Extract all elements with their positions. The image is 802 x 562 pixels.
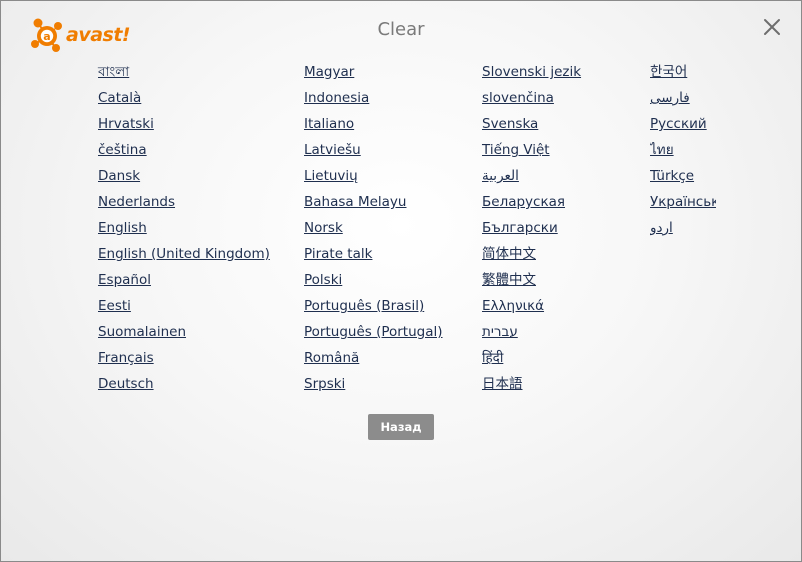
dialog-title: Clear [377, 19, 425, 40]
language-link[interactable]: עברית [482, 322, 722, 348]
language-link[interactable]: 日本語 [482, 374, 722, 400]
language-link[interactable]: বাংলা [98, 62, 338, 88]
language-link[interactable]: Ελληνικά [482, 296, 722, 322]
language-link[interactable]: English [98, 218, 338, 244]
language-link[interactable]: Français [98, 348, 338, 374]
language-link[interactable]: Eesti [98, 296, 338, 322]
language-link[interactable]: English (United Kingdom) [98, 244, 338, 270]
language-link[interactable]: Suomalainen [98, 322, 338, 348]
language-link[interactable]: فارسی [650, 88, 716, 114]
language-column-4: 한국어 فارسی Русский ไทย Türkçe Українська … [650, 62, 716, 244]
language-link[interactable]: Nederlands [98, 192, 338, 218]
language-dialog: a avast! Clear বাংলা Català Hrvatski češ… [0, 0, 802, 562]
language-link[interactable]: Español [98, 270, 338, 296]
language-link[interactable]: čeština [98, 140, 338, 166]
language-link[interactable]: 한국어 [650, 62, 716, 88]
language-column-1: বাংলা Català Hrvatski čeština Dansk Nede… [98, 62, 338, 400]
language-link[interactable]: Dansk [98, 166, 338, 192]
language-link[interactable]: Türkçe [650, 166, 716, 192]
language-link[interactable]: ไทย [650, 140, 716, 166]
language-link[interactable]: Català [98, 88, 338, 114]
language-link[interactable]: हिंदी [482, 348, 722, 374]
back-button[interactable]: Назад [368, 414, 434, 440]
language-link[interactable]: Українська [650, 192, 716, 218]
language-link[interactable]: 繁體中文 [482, 270, 722, 296]
language-link[interactable]: Русский [650, 114, 716, 140]
language-link[interactable]: Deutsch [98, 374, 338, 400]
language-link[interactable]: Hrvatski [98, 114, 338, 140]
close-icon[interactable] [763, 18, 781, 36]
language-link[interactable]: 简体中文 [482, 244, 722, 270]
language-link[interactable]: اردو [650, 218, 716, 244]
